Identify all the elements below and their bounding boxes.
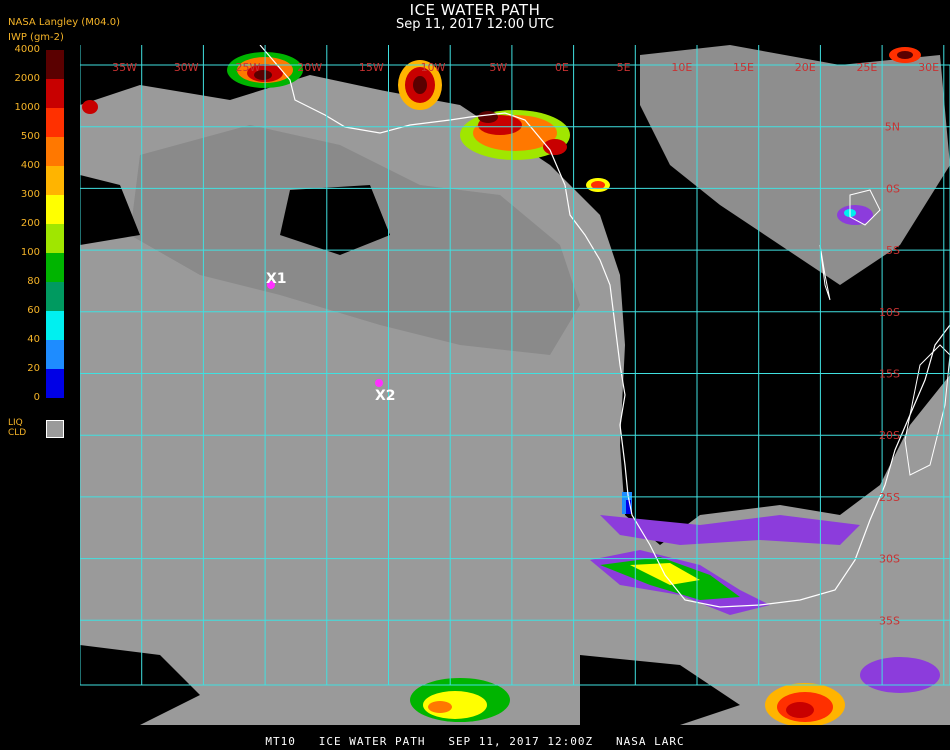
longitude-label: 30E: [918, 61, 939, 74]
latitude-label: 5N: [885, 121, 900, 134]
longitude-label: 15E: [733, 61, 754, 74]
legend-level-label: 100: [20, 247, 40, 258]
legend-color-swatch: [46, 224, 64, 253]
latitude-label: 15S: [879, 368, 900, 381]
legend-color-swatch: [46, 166, 64, 195]
liquid-cloud-label-2: CLD: [8, 428, 27, 438]
longitude-label: 20W: [297, 61, 322, 74]
longitude-label: 5E: [617, 61, 631, 74]
color-legend: 4000 2000 1000 500 400 300 200 100 80 60 40 20 0: [0, 44, 80, 444]
legend-level-label: 80: [27, 276, 40, 287]
legend-level-label: 60: [27, 305, 40, 316]
legend-color-swatch: [46, 137, 64, 166]
units-label: IWP (gm-2): [8, 32, 64, 43]
liquid-cloud-label-1: LIQ: [8, 418, 23, 428]
latitude-label: 5S: [886, 244, 900, 257]
longitude-label: 15W: [359, 61, 384, 74]
site-marker-dot[interactable]: [375, 379, 383, 387]
legend-color-swatch: [46, 79, 64, 108]
latitude-label: 10S: [879, 306, 900, 319]
site-marker-label: X2: [375, 388, 396, 404]
latitude-label: 30S: [879, 553, 900, 566]
site-marker-label: X1: [266, 271, 287, 287]
longitude-label: 20E: [795, 61, 816, 74]
latitude-label: 25S: [879, 491, 900, 504]
longitude-label: 35W: [112, 61, 137, 74]
legend-level-label: 1000: [14, 102, 40, 113]
timestamp: Sep 11, 2017 12:00 UTC: [395, 17, 555, 32]
longitude-label: 5W: [489, 61, 507, 74]
legend-level-label: 500: [20, 131, 40, 142]
legend-color-swatch: [46, 369, 64, 398]
legend-color-swatch: [46, 195, 64, 224]
legend-level-label: 4000: [14, 44, 40, 55]
legend-level-label: 40: [27, 334, 40, 345]
footer-caption: MT10 ICE WATER PATH SEP 11, 2017 12:00Z …: [265, 735, 685, 748]
longitude-label: 10W: [421, 61, 446, 74]
legend-level-label: 300: [20, 189, 40, 200]
legend-color-swatch: [46, 108, 64, 137]
legend-color-swatch: [46, 282, 64, 311]
legend-level-label: 200: [20, 218, 40, 229]
latitude-label: 0S: [886, 182, 900, 195]
producer-label: NASA Langley (M04.0): [8, 17, 120, 28]
convective-system-congo: [460, 110, 570, 160]
legend-color-swatch: [46, 253, 64, 282]
longitude-label: 30W: [174, 61, 199, 74]
longitude-label: 25W: [236, 61, 261, 74]
clear-sky-patch: [630, 315, 880, 495]
liquid-cloud-swatch: [46, 420, 64, 438]
legend-level-label: 20: [27, 363, 40, 374]
legend-level-label: 400: [20, 160, 40, 171]
longitude-label: 0E: [555, 61, 569, 74]
latitude-label: 20S: [879, 429, 900, 442]
legend-level-label: 2000: [14, 73, 40, 84]
longitude-label: 25E: [856, 61, 877, 74]
legend-color-swatch: [46, 340, 64, 369]
legend-color-swatch: [46, 311, 64, 340]
legend-color-swatch: [46, 50, 64, 79]
legend-level-label: 0: [33, 392, 40, 403]
cloud-field-layer: [80, 45, 950, 725]
longitude-label: 10E: [671, 61, 692, 74]
latitude-label: 35S: [879, 614, 900, 627]
ice-water-path-map[interactable]: 35W 30W 25W 20W 15W 10W 5W 0E 5E 10E 15E 20E 25E 30E 3…: [80, 45, 950, 725]
